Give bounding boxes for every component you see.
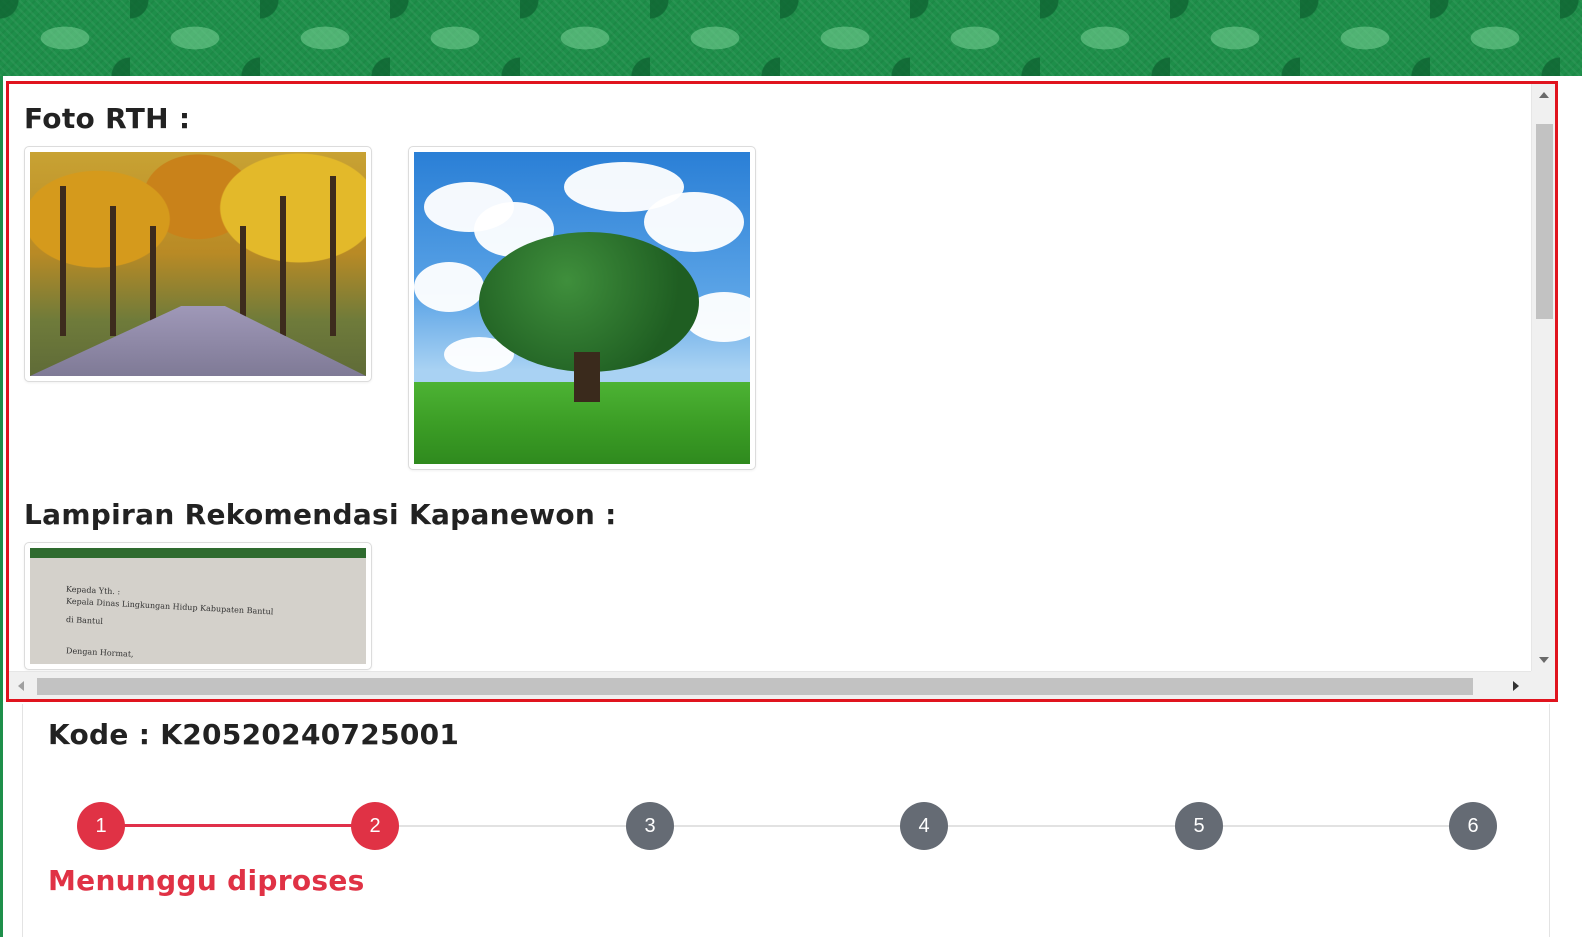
scroll-up-arrow-icon[interactable] (1539, 92, 1549, 98)
attachments-panel: Foto RTH : Lampiran Rekomendasi Kapanewo… (6, 81, 1558, 702)
vertical-scroll-thumb[interactable] (1536, 124, 1553, 319)
attachments-viewport: Foto RTH : Lampiran Rekomendasi Kapanewo… (9, 84, 1531, 671)
status-text: Menunggu diproses (48, 864, 365, 897)
lampiran-thumbnail-1[interactable]: Kepada Yth. : Kepala Dinas Lingkungan Hi… (24, 542, 372, 670)
recommendation-letter-photo: Kepada Yth. : Kepala Dinas Lingkungan Hi… (30, 548, 366, 664)
foto-rth-gallery (24, 146, 1531, 470)
lampiran-heading: Lampiran Rekomendasi Kapanewon : (24, 498, 617, 531)
scroll-right-arrow-icon[interactable] (1513, 681, 1519, 691)
header-banner (0, 0, 1582, 76)
letter-line-3: di Bantul (65, 615, 104, 626)
scrollbar-corner (1531, 671, 1555, 699)
step-3: 3 (626, 802, 674, 850)
autumn-road-photo (30, 152, 366, 376)
kode-label: Kode : K20520240725001 (48, 718, 460, 751)
step-4: 4 (900, 802, 948, 850)
step-2: 2 (351, 802, 399, 850)
horizontal-scroll-thumb[interactable] (37, 678, 1473, 695)
vertical-scrollbar[interactable] (1531, 84, 1555, 671)
lampiran-gallery: Kepada Yth. : Kepala Dinas Lingkungan Hi… (24, 542, 1531, 670)
step-6: 6 (1449, 802, 1497, 850)
foto-rth-thumbnail-2[interactable] (408, 146, 756, 470)
step-1: 1 (77, 802, 125, 850)
step-5: 5 (1175, 802, 1223, 850)
foto-rth-thumbnail-1[interactable] (24, 146, 372, 382)
left-accent-bar (0, 76, 3, 937)
letter-line-2: Kepala Dinas Lingkungan Hidup Kabupaten … (65, 596, 274, 617)
foto-rth-heading: Foto RTH : (24, 102, 191, 135)
status-card: Kode : K20520240725001 1 2 3 4 5 6 Menun… (22, 704, 1550, 937)
scroll-left-arrow-icon[interactable] (18, 681, 24, 691)
scroll-down-arrow-icon[interactable] (1539, 657, 1549, 663)
horizontal-scrollbar[interactable] (9, 671, 1531, 699)
stepper-track-completed (101, 824, 375, 827)
lone-tree-photo (414, 152, 750, 464)
progress-stepper: 1 2 3 4 5 6 (77, 802, 1497, 850)
letter-line-4: Dengan Hormat, (65, 646, 134, 659)
letter-line-1: Kepada Yth. : (65, 584, 121, 597)
